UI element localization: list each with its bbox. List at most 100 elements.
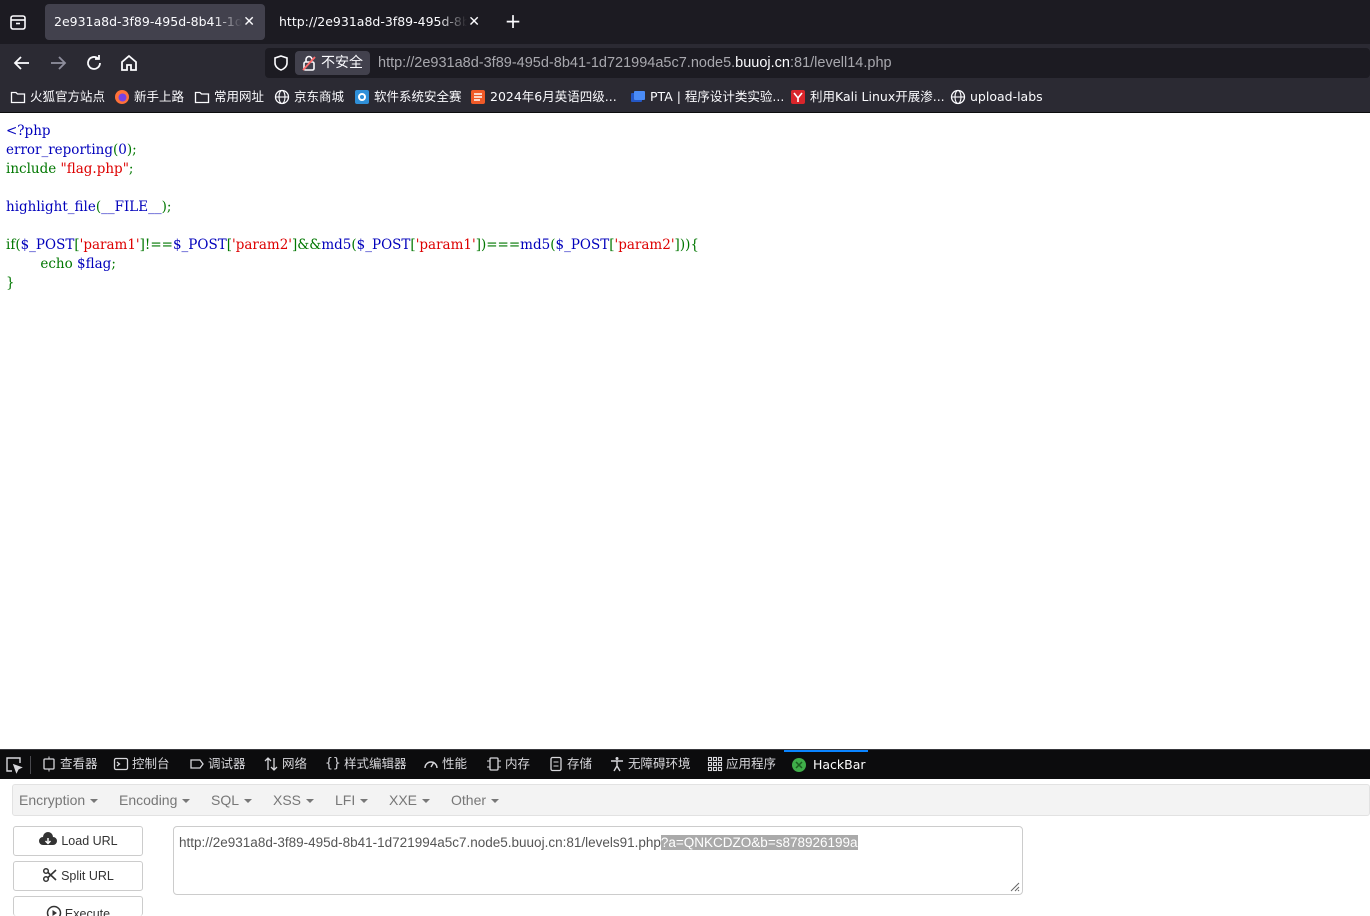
code-token: md5: [321, 237, 351, 253]
caret-down-icon: [491, 799, 499, 803]
site-icon: [470, 89, 486, 105]
caret-down-icon: [182, 799, 190, 803]
tab-level14[interactable]: 2e931a8d-3f89-495d-8b41-1d721994a5c7.nod…: [45, 4, 265, 40]
code-token: );: [127, 142, 137, 158]
navigation-toolbar: 不安全 http://2e931a8d-3f89-495d-8b41-1d721…: [0, 44, 1370, 82]
new-tab-button[interactable]: +: [503, 10, 523, 34]
code-token: }: [6, 275, 15, 291]
devtools-tab-label: HackBar: [813, 757, 866, 772]
menu-encoding[interactable]: Encoding: [119, 785, 190, 815]
devtools-tab-inspector[interactable]: 查看器: [41, 750, 98, 779]
resize-grip-icon[interactable]: [1008, 880, 1020, 892]
menu-label: XXE: [389, 792, 417, 808]
php-source-code: <?php error_reporting(0); include "flag.…: [6, 122, 699, 293]
style-editor-icon: {}: [325, 756, 341, 772]
devtools-tab-network[interactable]: 网络: [263, 750, 307, 779]
devtools-tab-hackbar[interactable]: HackBar: [784, 750, 868, 779]
menu-encryption[interactable]: Encryption: [19, 785, 98, 815]
caret-down-icon: [422, 799, 430, 803]
code-token: ;: [129, 161, 134, 177]
code-token: $_POST: [173, 237, 227, 253]
url-selected-text: ?a=QNKCDZO&b=s878926199a: [661, 835, 858, 850]
devtools-tab-storage[interactable]: 存储: [548, 750, 592, 779]
globe-icon: [274, 89, 290, 105]
insecure-connection-badge[interactable]: 不安全: [295, 51, 370, 75]
code-token: $_POST: [21, 237, 75, 253]
element-picker-icon[interactable]: [5, 756, 23, 774]
close-icon[interactable]: ✕: [243, 4, 255, 40]
address-bar[interactable]: 不安全 http://2e931a8d-3f89-495d-8b41-1d721…: [265, 48, 1370, 78]
url-host: buuoj.cn: [735, 55, 790, 71]
devtools-tab-label: 存储: [567, 756, 592, 771]
devtools-tab-memory[interactable]: 内存: [486, 750, 530, 779]
bookmark-kali[interactable]: 利用Kali Linux开展渗...: [790, 87, 945, 107]
menu-label: LFI: [335, 792, 355, 808]
bookmark-jd[interactable]: 京东商城: [274, 87, 344, 107]
play-icon: [46, 905, 62, 916]
folder-icon: [10, 89, 26, 105]
site-icon: [630, 89, 646, 105]
bookmark-label: 软件系统安全赛: [374, 89, 462, 104]
bookmark-pta[interactable]: PTA | 程序设计类实验...: [630, 87, 784, 107]
menu-other[interactable]: Other: [451, 785, 499, 815]
scissors-icon: [42, 867, 58, 883]
devtools-tab-label: 样式编辑器: [344, 756, 407, 771]
menu-label: Encryption: [19, 792, 85, 808]
tab-levels91[interactable]: http://2e931a8d-3f89-495d-8b41-1d721994a…: [270, 4, 490, 40]
url-textarea[interactable]: http://2e931a8d-3f89-495d-8b41-1d721994a…: [173, 826, 1023, 895]
menu-lfi[interactable]: LFI: [335, 785, 368, 815]
menu-label: Other: [451, 792, 486, 808]
bookmark-upload-labs[interactable]: upload-labs: [950, 87, 1043, 107]
broken-lock-icon: [302, 54, 316, 72]
code-token: $flag: [77, 256, 111, 272]
menu-label: Encoding: [119, 792, 177, 808]
load-url-button[interactable]: Load URL: [13, 826, 143, 856]
code-token: $_POST: [556, 237, 610, 253]
page-content: <?php error_reporting(0); include "flag.…: [0, 113, 1370, 749]
bookmarks-toolbar: 火狐官方站点 新手上路 常用网址 京东商城 软件系统安全赛 2024年6月英语四…: [0, 82, 1370, 113]
home-icon[interactable]: [118, 52, 140, 74]
forward-icon[interactable]: [47, 52, 69, 74]
bookmark-common-sites[interactable]: 常用网址: [194, 87, 264, 107]
close-icon[interactable]: ✕: [468, 4, 480, 40]
code-token: highlight_file: [6, 199, 96, 215]
bookmark-label: 常用网址: [214, 89, 264, 104]
menu-sql[interactable]: SQL: [211, 785, 252, 815]
split-url-button[interactable]: Split URL: [13, 861, 143, 891]
bookmark-getting-started[interactable]: 新手上路: [114, 87, 184, 107]
devtools-tab-label: 控制台: [132, 756, 170, 771]
bookmark-label: PTA | 程序设计类实验...: [650, 89, 784, 104]
devtools-tab-application[interactable]: 应用程序: [707, 750, 776, 779]
devtools-tab-accessibility[interactable]: 无障碍环境: [609, 750, 691, 779]
caret-down-icon: [244, 799, 252, 803]
bookmark-software-security[interactable]: 软件系统安全赛: [354, 87, 462, 107]
code-token: 'param2': [615, 237, 675, 253]
devtools-tab-label: 性能: [442, 756, 467, 771]
devtools-tab-style-editor[interactable]: {} 样式编辑器: [325, 750, 407, 779]
debugger-icon: [189, 756, 205, 772]
bookmark-firefox-official[interactable]: 火狐官方站点: [10, 87, 105, 107]
devtools-tab-debugger[interactable]: 调试器: [189, 750, 246, 779]
devtools-tab-performance[interactable]: 性能: [423, 750, 467, 779]
reload-icon[interactable]: [83, 52, 105, 74]
code-token: $_POST: [357, 237, 411, 253]
shield-icon[interactable]: [272, 54, 290, 72]
site-icon: [790, 89, 806, 105]
code-token: md5: [520, 237, 550, 253]
execute-button[interactable]: Execute: [13, 896, 143, 916]
menu-xss[interactable]: XSS: [273, 785, 314, 815]
bookmark-label: 利用Kali Linux开展渗...: [810, 89, 945, 104]
url-suffix: :81/levell14.php: [790, 55, 892, 71]
back-icon[interactable]: [11, 52, 33, 74]
code-token: 'param1': [80, 237, 140, 253]
code-token: <?php: [6, 123, 51, 139]
tab-list-icon[interactable]: [8, 12, 28, 32]
url-text[interactable]: http://2e931a8d-3f89-495d-8b41-1d721994a…: [378, 48, 892, 78]
menu-xxe[interactable]: XXE: [389, 785, 430, 815]
url-prefix: http://2e931a8d-3f89-495d-8b41-1d721994a…: [378, 55, 735, 71]
bookmark-cet4[interactable]: 2024年6月英语四级...: [470, 87, 617, 107]
devtools-tab-console[interactable]: 控制台: [113, 750, 170, 779]
code-token: 0: [118, 142, 127, 158]
code-token: if(: [6, 237, 21, 253]
bookmark-label: upload-labs: [970, 89, 1043, 104]
